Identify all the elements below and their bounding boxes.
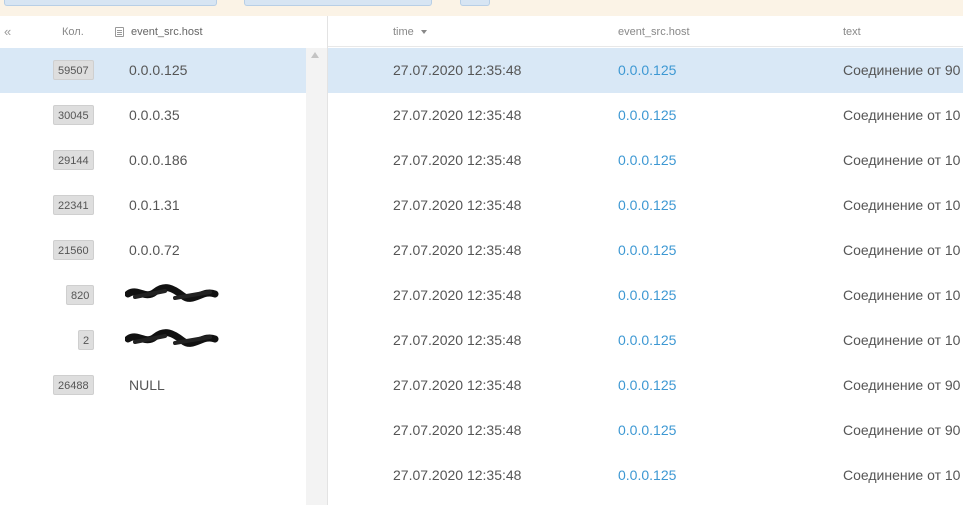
event-row[interactable]: 27.07.2020 12:35:48 0.0.0.125 Соединение о…	[328, 318, 963, 363]
host-value: 0.0.0.186	[129, 152, 188, 168]
event-host-link[interactable]: 0.0.0.125	[618, 152, 676, 168]
host-value: 0.0.0.125	[129, 62, 188, 78]
event-row[interactable]: 27.07.2020 12:35:48 0.0.0.125 Соединение о…	[328, 408, 963, 453]
event-time: 27.07.2020 12:35:48	[393, 62, 522, 78]
event-row[interactable]: 27.07.2020 12:35:48 0.0.0.125 Соединение о…	[328, 48, 963, 93]
host-group-row[interactable]: 26488 NULL	[0, 363, 306, 408]
event-text: Соединение от 90	[843, 377, 961, 393]
time-column-header[interactable]: time	[393, 26, 427, 38]
events-table: time event_src.host text 27.07.2020 12:3…	[328, 16, 963, 505]
event-time: 27.07.2020 12:35:48	[393, 152, 522, 168]
event-row[interactable]: 27.07.2020 12:35:48 0.0.0.125 Соединение о…	[328, 228, 963, 273]
group-header: « Кол. event_src.host	[0, 16, 327, 48]
event-host-link[interactable]: 0.0.0.125	[618, 242, 676, 258]
event-host-link[interactable]: 0.0.0.125	[618, 422, 676, 438]
count-badge: 26488	[53, 375, 94, 395]
host-column-header[interactable]: event_src.host	[131, 26, 203, 38]
text-column-header[interactable]: text	[843, 26, 861, 38]
event-time: 27.07.2020 12:35:48	[393, 377, 522, 393]
host-group-row[interactable]: 30045 0.0.0.35	[0, 93, 306, 138]
time-column-label: time	[393, 26, 414, 38]
event-text: Соединение от 10	[843, 197, 961, 213]
host-group-row[interactable]: 22341 0.0.1.31	[0, 183, 306, 228]
event-text: Соединение от 90	[843, 62, 961, 78]
event-row[interactable]: 27.07.2020 12:35:48 0.0.0.125 Соединение о…	[328, 138, 963, 183]
event-time: 27.07.2020 12:35:48	[393, 242, 522, 258]
host-column-header[interactable]: event_src.host	[618, 26, 690, 38]
event-text: Соединение от 10	[843, 242, 961, 258]
count-badge: 2	[78, 330, 95, 350]
scroll-up-icon[interactable]	[311, 52, 319, 58]
host-group-row[interactable]: 820	[0, 273, 306, 318]
event-row[interactable]: 27.07.2020 12:35:48 0.0.0.125 Соединение о…	[328, 93, 963, 138]
host-value: 0.0.0.35	[129, 107, 180, 123]
count-badge: 29144	[53, 150, 94, 170]
event-text: Соединение от 10	[843, 467, 961, 483]
event-time: 27.07.2020 12:35:48	[393, 107, 522, 123]
scrollbar[interactable]	[306, 48, 327, 505]
redacted-value-mark	[125, 329, 219, 347]
event-host-link[interactable]: 0.0.0.125	[618, 107, 676, 123]
field-type-icon	[115, 27, 124, 37]
count-column-header[interactable]: Кол.	[62, 26, 84, 38]
toolbar-button[interactable]	[4, 0, 217, 6]
event-text: Соединение от 10	[843, 107, 961, 123]
host-group-row[interactable]: 21560 0.0.0.72	[0, 228, 306, 273]
host-group-row[interactable]: 2	[0, 318, 306, 363]
event-time: 27.07.2020 12:35:48	[393, 422, 522, 438]
event-time: 27.07.2020 12:35:48	[393, 467, 522, 483]
event-row[interactable]: 27.07.2020 12:35:48 0.0.0.125 Соединение о…	[328, 273, 963, 318]
event-time: 27.07.2020 12:35:48	[393, 287, 522, 303]
event-host-link[interactable]: 0.0.0.125	[618, 197, 676, 213]
event-host-link[interactable]: 0.0.0.125	[618, 62, 676, 78]
event-host-link[interactable]: 0.0.0.125	[618, 467, 676, 483]
redacted-value-mark	[125, 284, 219, 302]
event-host-link[interactable]: 0.0.0.125	[618, 332, 676, 348]
event-text: Соединение от 90	[843, 422, 961, 438]
sort-desc-icon	[420, 30, 427, 35]
event-host-link[interactable]: 0.0.0.125	[618, 377, 676, 393]
host-group-panel: « Кол. event_src.host 59507 0.0.0.125 3004…	[0, 16, 327, 505]
event-time: 27.07.2020 12:35:48	[393, 197, 522, 213]
event-text: Соединение от 10	[843, 332, 961, 348]
host-value: NULL	[129, 377, 165, 393]
count-badge: 820	[66, 285, 95, 305]
count-badge: 30045	[53, 105, 94, 125]
collapse-panel-icon[interactable]: «	[4, 24, 11, 39]
event-text: Соединение от 10	[843, 152, 961, 168]
toolbar-button[interactable]	[244, 0, 432, 6]
event-time: 27.07.2020 12:35:48	[393, 332, 522, 348]
toolbar-button[interactable]	[460, 0, 490, 6]
event-row[interactable]: 27.07.2020 12:35:48 0.0.0.125 Соединение о…	[328, 183, 963, 228]
host-group-row[interactable]: 29144 0.0.0.186	[0, 138, 306, 183]
host-value: 0.0.1.31	[129, 197, 180, 213]
top-toolbar	[0, 0, 963, 16]
event-text: Соединение от 10	[843, 287, 961, 303]
event-host-link[interactable]: 0.0.0.125	[618, 287, 676, 303]
count-badge: 21560	[53, 240, 94, 260]
count-badge: 59507	[53, 60, 94, 80]
event-row[interactable]: 27.07.2020 12:35:48 0.0.0.125 Соединение о…	[328, 363, 963, 408]
host-group-row[interactable]: 59507 0.0.0.125	[0, 48, 306, 93]
events-table-header: time event_src.host text	[328, 16, 963, 47]
event-row[interactable]: 27.07.2020 12:35:48 0.0.0.125 Соединение о…	[328, 453, 963, 498]
count-badge: 22341	[53, 195, 94, 215]
host-value: 0.0.0.72	[129, 242, 180, 258]
